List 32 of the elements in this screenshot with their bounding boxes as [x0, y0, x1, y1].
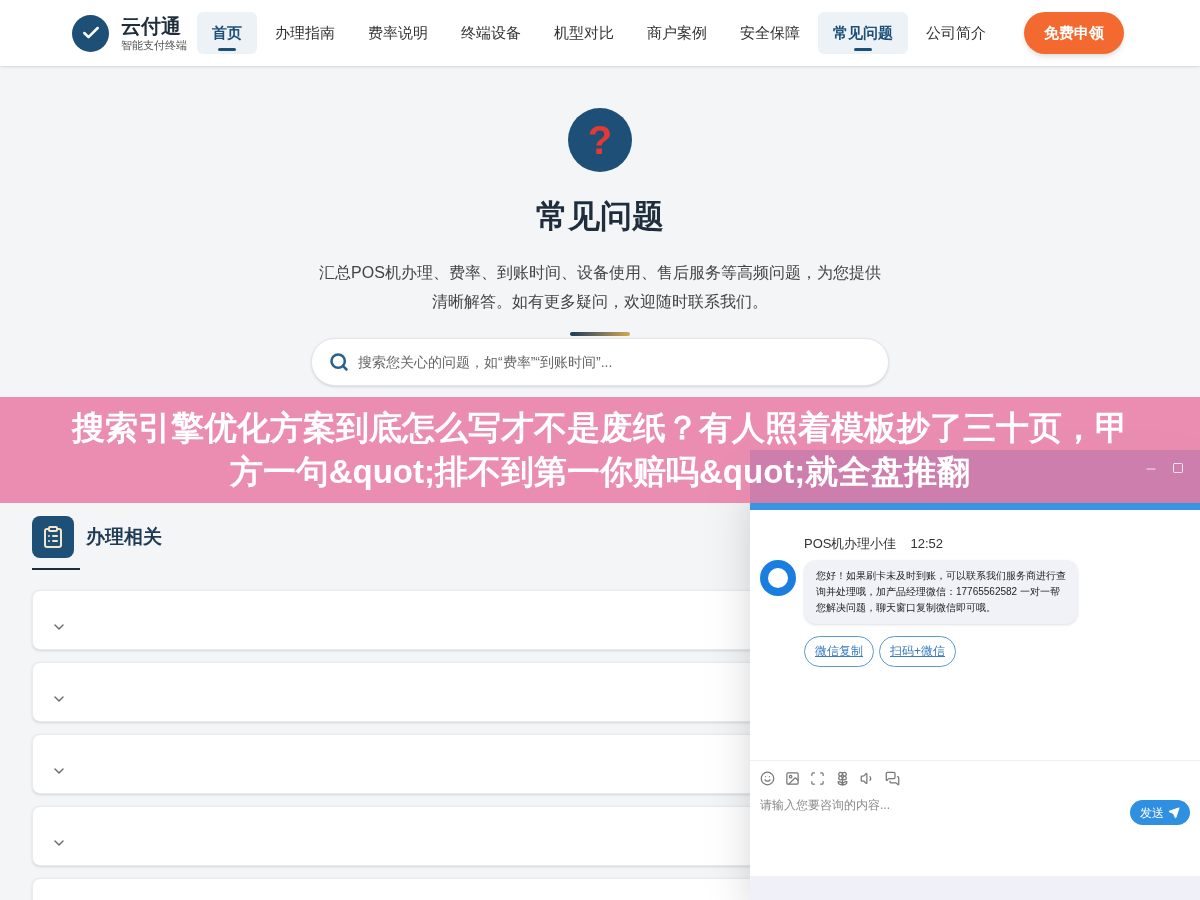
send-icon	[1168, 806, 1180, 819]
nav-tab[interactable]: 常见问题	[818, 12, 908, 54]
page-title: 常见问题	[536, 197, 664, 236]
nav-tab[interactable]: 终端设备	[446, 12, 536, 54]
nav-tab[interactable]: 办理指南	[260, 12, 350, 54]
message-input[interactable]: 请输入您要咨询的内容...	[760, 796, 1110, 814]
flower-icon[interactable]	[835, 771, 850, 786]
nav-tab[interactable]: 安全保障	[725, 12, 815, 54]
message-bubble: 您好！如果刷卡未及时到账，可以联系我们服务商进行查询并处理哦，加产品经理微信：17765562582 一对一帮您解决问题，聊天窗口复制微信即可哦。	[804, 559, 1078, 624]
logo-name: 云付通	[121, 15, 182, 36]
section-title: 办理相关	[86, 524, 162, 549]
nav-tab[interactable]: 首页	[197, 12, 257, 54]
chat-icon[interactable]	[885, 771, 900, 786]
logo-tagline: 智能支付终端	[121, 39, 187, 51]
question-icon: ?	[568, 108, 632, 172]
smile-icon[interactable]	[760, 771, 775, 786]
message-time: 12:52	[910, 535, 943, 553]
nav-tab[interactable]: 公司简介	[911, 12, 1001, 54]
clipboard-icon	[32, 516, 74, 558]
image-icon[interactable]	[785, 771, 800, 786]
headline-banner: 搜索引擎优化方案到底怎么写才不是废纸？有人照着模板抄了三十页，甲方一句&quot;排不到第一你赔吗&quot;就全盘推翻	[0, 397, 1200, 503]
agent-avatar	[760, 560, 796, 596]
nav-tab[interactable]: 机型对比	[539, 12, 629, 54]
logo-icon	[72, 14, 109, 52]
expand-icon[interactable]	[810, 771, 825, 786]
agent-name: POS机办理小佳	[804, 535, 897, 553]
nav-tab[interactable]: 商户案例	[632, 12, 722, 54]
nav-tab[interactable]: 费率说明	[353, 12, 443, 54]
search-field[interactable]: 搜索您关心的问题，如“费率”“到账时间”...	[311, 338, 889, 386]
search-icon	[329, 352, 349, 372]
maximize-icon[interactable]	[1172, 462, 1184, 474]
page-description: 汇总POS机办理、费率、到账时间、设备使用、售后服务等高频问题，为您提供清晰解答。如有更多疑问，欢迎随时联系我们。	[318, 263, 882, 312]
